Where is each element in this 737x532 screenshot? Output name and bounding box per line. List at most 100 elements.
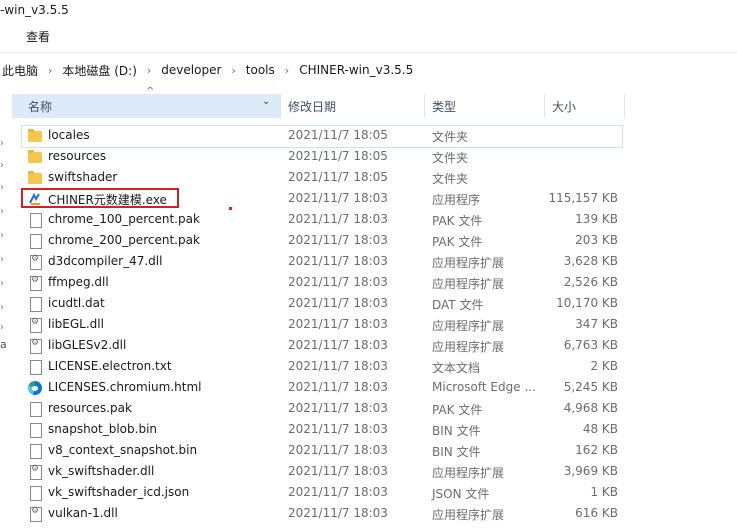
dll-icon (30, 275, 42, 291)
file-name: chrome_100_percent.pak (48, 212, 200, 226)
file-size: 2 KB (590, 359, 618, 373)
column-separator[interactable] (424, 94, 425, 118)
file-row[interactable]: snapshot_blob.bin 2021/11/7 18:03 BIN 文件 48… (22, 420, 622, 441)
expand-arrow-icon[interactable]: › (0, 182, 6, 193)
file-icon (30, 486, 42, 501)
file-size: 203 KB (575, 233, 618, 247)
column-separator[interactable] (544, 94, 545, 118)
folder-icon (28, 129, 42, 142)
toolbar-divider (0, 52, 737, 53)
file-type: PAK 文件 (432, 235, 483, 249)
file-row[interactable]: libGLESv2.dll 2021/11/7 18:03 应用程序扩展 6,763 … (22, 336, 622, 357)
file-date: 2021/11/7 18:03 (288, 233, 388, 247)
highlight-box (21, 188, 179, 208)
file-row[interactable]: icudtl.dat 2021/11/7 18:03 DAT 文件 10,170 KB (22, 294, 622, 315)
expand-arrow-icon[interactable]: › (0, 230, 6, 241)
file-date: 2021/11/7 18:03 (288, 422, 388, 436)
file-name: v8_context_snapshot.bin (48, 443, 198, 457)
file-icon (30, 234, 42, 249)
breadcrumb-this-pc[interactable]: 此电脑 (0, 62, 40, 79)
expand-arrow-icon[interactable]: › (0, 278, 6, 289)
column-header-name[interactable]: 名称 (28, 94, 52, 118)
file-row[interactable]: chrome_100_percent.pak 2021/11/7 18:03 PAK… (22, 210, 622, 231)
file-name: chrome_200_percent.pak (48, 233, 200, 247)
breadcrumb-tools[interactable]: tools (244, 63, 277, 77)
chevron-right-icon: › (146, 63, 152, 77)
file-row[interactable]: d3dcompiler_47.dll 2021/11/7 18:03 应用程序扩展 3… (22, 252, 622, 273)
column-header-date[interactable]: 修改日期 (288, 94, 336, 118)
nav-pane-fragment: a (0, 338, 7, 351)
file-row[interactable]: chrome_200_percent.pak 2021/11/7 18:03 PAK… (22, 231, 622, 252)
file-row[interactable]: libEGL.dll 2021/11/7 18:03 应用程序扩展 347 KB (22, 315, 622, 336)
file-row[interactable]: ffmpeg.dll 2021/11/7 18:03 应用程序扩展 2,526 KB (22, 273, 622, 294)
file-size: 10,170 KB (556, 296, 618, 310)
file-name: LICENSE.electron.txt (48, 359, 172, 373)
expand-arrow-icon[interactable]: › (0, 160, 6, 171)
file-type: 文件夹 (432, 130, 469, 144)
file-row[interactable]: LICENSE.electron.txt 2021/11/7 18:03 文本文档 2… (22, 357, 622, 378)
name-column-header-highlight (12, 94, 280, 118)
file-icon (30, 213, 42, 228)
file-row[interactable]: LICENSES.chromium.html 2021/11/7 18:03 Mic… (22, 378, 622, 399)
file-name: ffmpeg.dll (48, 275, 109, 289)
file-type: 应用程序扩展 (432, 256, 505, 270)
file-icon (30, 297, 42, 312)
file-date: 2021/11/7 18:03 (288, 359, 388, 373)
dll-icon (30, 506, 42, 522)
file-name: d3dcompiler_47.dll (48, 254, 163, 268)
file-size: 3,969 KB (563, 464, 618, 478)
file-row[interactable]: swiftshader 2021/11/7 18:05 文件夹 (22, 168, 622, 189)
breadcrumb[interactable]: 此电脑 › 本地磁盘 (D:) › developer › tools › CH… (0, 58, 415, 82)
window-title: -win_v3.5.5 (0, 3, 69, 17)
expand-arrow-icon[interactable]: › (0, 138, 6, 149)
file-icon (30, 423, 42, 438)
breadcrumb-developer[interactable]: developer (159, 63, 223, 77)
file-size: 347 KB (575, 317, 618, 331)
chevron-down-icon[interactable]: ⌄ (262, 96, 270, 107)
file-name: vk_swiftshader_icd.json (48, 485, 190, 499)
file-name: libEGL.dll (48, 317, 104, 331)
file-row[interactable]: locales 2021/11/7 18:05 文件夹 (21, 125, 623, 148)
file-name: LICENSES.chromium.html (48, 380, 202, 394)
file-date: 2021/11/7 18:03 (288, 212, 388, 226)
file-type: DAT 文件 (432, 298, 484, 312)
file-date: 2021/11/7 18:03 (288, 254, 388, 268)
expand-arrow-icon[interactable]: › (0, 254, 6, 265)
file-name: swiftshader (48, 170, 118, 184)
view-menu[interactable]: 查看 (26, 28, 50, 45)
dll-icon (30, 254, 42, 270)
column-separator[interactable] (280, 94, 281, 118)
expand-arrow-icon[interactable]: › (0, 322, 6, 333)
file-type: 应用程序 (432, 193, 481, 207)
expand-arrow-icon[interactable]: › (0, 206, 6, 217)
breadcrumb-drive-d[interactable]: 本地磁盘 (D:) (60, 62, 138, 79)
file-date: 2021/11/7 18:03 (288, 506, 388, 520)
file-type: 应用程序扩展 (432, 277, 505, 291)
file-row[interactable]: vk_swiftshader_icd.json 2021/11/7 18:03 JS… (22, 483, 622, 504)
sort-ascending-icon: ^ (146, 86, 155, 97)
breadcrumb-current-folder[interactable]: CHINER-win_v3.5.5 (297, 63, 415, 77)
file-row[interactable]: resources 2021/11/7 18:05 文件夹 (22, 147, 622, 168)
file-row[interactable]: vulkan-1.dll 2021/11/7 18:03 应用程序扩展 616 KB (22, 504, 622, 525)
file-size: 616 KB (575, 506, 618, 520)
file-date: 2021/11/7 18:03 (288, 401, 388, 415)
file-type: BIN 文件 (432, 424, 481, 438)
column-separator[interactable] (624, 94, 625, 118)
file-date: 2021/11/7 18:05 (288, 128, 388, 142)
expand-arrow-icon[interactable]: › (0, 302, 6, 313)
file-type: 应用程序扩展 (432, 466, 505, 480)
file-date: 2021/11/7 18:03 (288, 296, 388, 310)
file-date: 2021/11/7 18:03 (288, 317, 388, 331)
chevron-right-icon: › (284, 63, 290, 77)
column-header-size[interactable]: 大小 (552, 94, 576, 118)
file-type: 应用程序扩展 (432, 319, 505, 333)
file-name: snapshot_blob.bin (48, 422, 158, 436)
dll-icon (30, 338, 42, 354)
file-type: PAK 文件 (432, 403, 483, 417)
file-name: resources (48, 149, 107, 163)
column-header-type[interactable]: 类型 (432, 94, 456, 118)
file-row[interactable]: resources.pak 2021/11/7 18:03 PAK 文件 4,968 … (22, 399, 622, 420)
dll-icon (30, 464, 42, 480)
file-row[interactable]: vk_swiftshader.dll 2021/11/7 18:03 应用程序扩展 3… (22, 462, 622, 483)
file-row[interactable]: v8_context_snapshot.bin 2021/11/7 18:03 BI… (22, 441, 622, 462)
